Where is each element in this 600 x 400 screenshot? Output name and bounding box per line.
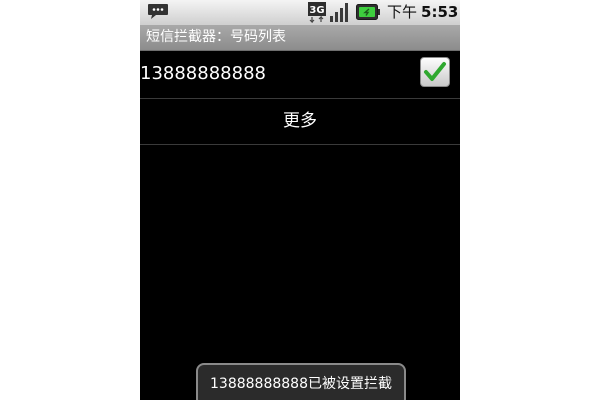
clock-am-pm: 下午 [387, 3, 418, 21]
toast-notification: 13888888888已被设置拦截 [196, 363, 406, 400]
3g-network-icon: 3G [308, 2, 326, 24]
app-title-bar: 短信拦截器：号码列表 [140, 25, 460, 51]
sms-notification-icon[interactable] [147, 3, 169, 20]
battery-icon [356, 4, 380, 20]
network-type-label: 3G [309, 5, 324, 16]
more-label: 更多 [283, 111, 317, 131]
list-item[interactable]: 13888888888 [140, 51, 460, 98]
check-mark-icon [424, 62, 446, 81]
page-title: 短信拦截器：号码列表 [146, 29, 286, 45]
block-checkbox[interactable] [420, 57, 450, 87]
status-bar: 3G 下午 5:53 [140, 0, 460, 25]
blocked-number-label: 13888888888 [140, 63, 266, 84]
toast-message: 13888888888已被设置拦截 [210, 376, 392, 392]
phone-screen: 3G 下午 5:53 短信拦截器：号码列表 13888888888 更多 138… [140, 0, 460, 400]
list-divider [140, 144, 460, 145]
clock-time: 5:53 [421, 3, 459, 21]
more-button[interactable]: 更多 [140, 99, 460, 144]
signal-strength-icon [330, 2, 352, 22]
status-clock: 下午 5:53 [387, 2, 458, 23]
